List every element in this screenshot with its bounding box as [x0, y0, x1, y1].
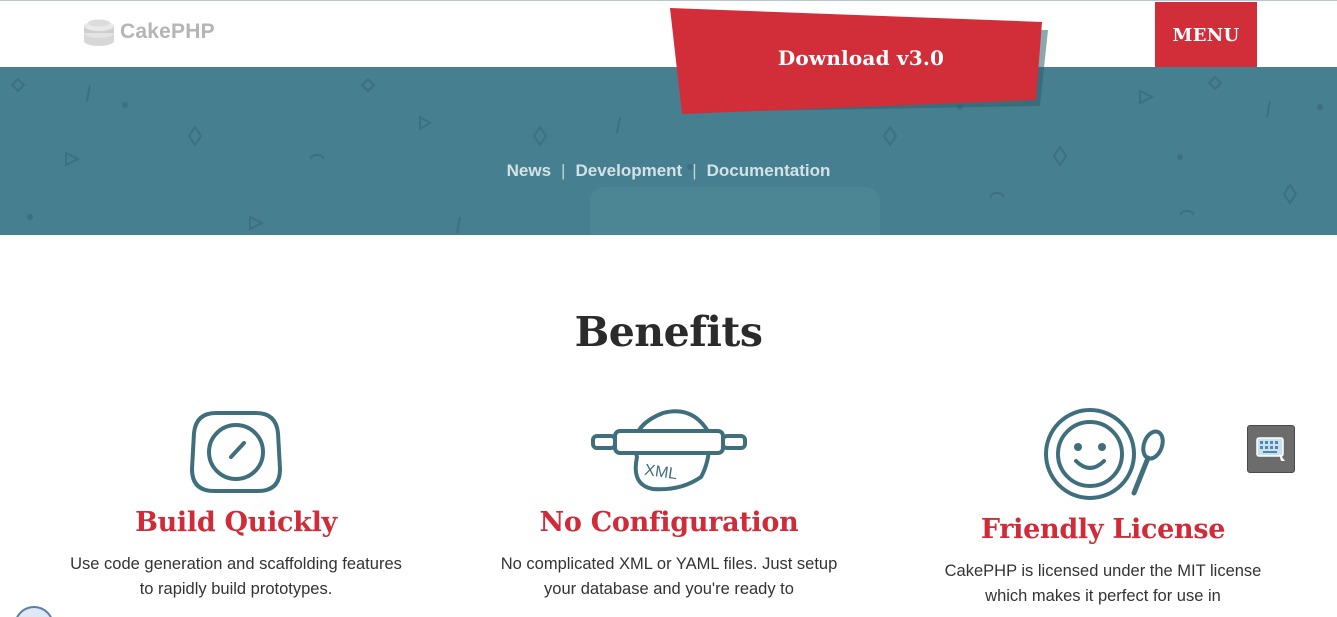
benefit-title: No Configuration [539, 507, 799, 538]
benefit-icon-wrap [36, 407, 436, 507]
hero-nav: News | Development | Documentation [0, 161, 1337, 181]
nav-news-link[interactable]: News [507, 161, 551, 180]
benefits-heading: Benefits [574, 308, 763, 356]
download-button[interactable]: Download v3.0 [670, 8, 1052, 116]
nav-separator: | [692, 161, 697, 180]
benefit-friendly-license: Friendly License CakePHP is licensed und… [903, 407, 1303, 609]
benefit-text: CakePHP is licensed under the MIT licens… [944, 562, 1262, 605]
floating-keyboard-widget[interactable] [1247, 425, 1295, 473]
hero-banner: News | Development | Documentation [0, 67, 1337, 235]
timer-icon [189, 411, 283, 493]
corner-bubble-icon[interactable] [14, 606, 54, 617]
benefit-no-configuration: XML No Configuration No complicated XML … [469, 407, 869, 602]
download-label: Download v3.0 [777, 46, 945, 70]
benefit-icon-wrap: XML [469, 407, 869, 507]
site-header: CakePHP MENU [0, 1, 1337, 68]
benefit-build-quickly: Build Quickly Use code generation and sc… [36, 407, 436, 602]
logo-text: CakePHP [120, 20, 215, 43]
benefit-icon-wrap [903, 407, 1303, 507]
benefit-text: No complicated XML or YAML files. Just s… [500, 555, 838, 598]
benefit-title: Friendly License [980, 514, 1226, 545]
benefit-title: Build Quickly [135, 507, 337, 538]
keyboard-icon [1256, 437, 1285, 461]
cakephp-logo[interactable]: CakePHP [82, 15, 215, 49]
smiley-plate-icon [1044, 408, 1165, 500]
rolling-pin-icon: XML [591, 409, 747, 492]
cake-stack-icon [84, 19, 114, 46]
menu-button[interactable]: MENU [1155, 2, 1257, 68]
hero-pattern-background [10, 75, 1323, 235]
nav-development-link[interactable]: Development [575, 161, 682, 180]
nav-separator: | [561, 161, 566, 180]
nav-documentation-link[interactable]: Documentation [707, 161, 831, 180]
benefit-text: Use code generation and scaffolding feat… [70, 555, 402, 598]
